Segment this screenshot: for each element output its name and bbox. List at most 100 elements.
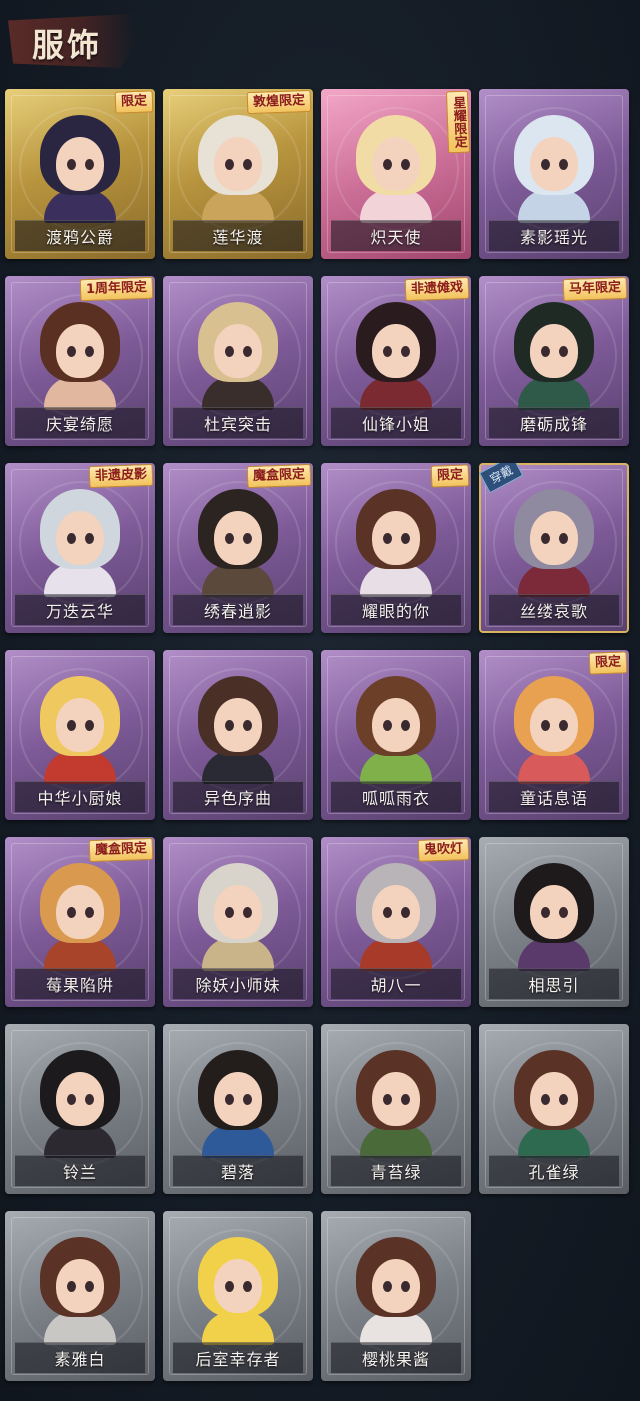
costume-name: 呱呱雨衣 [361,789,430,808]
costume-card[interactable]: 庆宴绮愿 1周年限定 [5,276,155,446]
limited-badge: 限定 [114,90,154,114]
character-portrait [506,859,602,971]
portrait-face [530,137,578,191]
portrait-face [214,137,262,191]
costume-card[interactable]: 青苔绿 [321,1024,471,1194]
costume-card[interactable]: 耀眼的你 限定 [321,463,471,633]
character-portrait [32,298,128,410]
portrait-eye [541,720,550,731]
costume-card[interactable]: 后室幸存者 [163,1211,313,1381]
portrait-face [372,137,420,191]
name-plate: 碧落 [173,1155,303,1186]
costume-card[interactable]: 素影瑶光 [479,89,629,259]
portrait-eye [67,1094,76,1105]
portrait-eye [67,533,76,544]
costume-name: 绣春逍影 [203,602,272,621]
costume-card[interactable]: 莓果陷阱 魔盒限定 [5,837,155,1007]
limited-badge: 魔盒限定 [246,463,312,489]
portrait-eye [401,1094,410,1105]
limited-badge: 星耀限定 [445,90,471,154]
portrait-eye [85,346,94,357]
name-plate: 呱呱雨衣 [331,781,461,812]
portrait-eye [243,533,252,544]
costume-card[interactable]: 中华小厨娘 [5,650,155,820]
portrait-eye [243,907,252,918]
portrait-eye [225,1094,234,1105]
costume-card[interactable]: 杜宾突击 [163,276,313,446]
costume-name: 除妖小师妹 [195,976,281,995]
page-title: 服饰 [32,26,103,64]
costume-card[interactable]: 童话息语 限定 [479,650,629,820]
portrait-eye [243,1094,252,1105]
limited-badge: 限定 [430,464,470,488]
costume-card[interactable]: 铃兰 [5,1024,155,1194]
name-plate: 中华小厨娘 [15,781,145,812]
portrait-eye [541,346,550,357]
portrait-eye [401,1281,410,1292]
portrait-eye [225,1281,234,1292]
costume-card[interactable]: 万迭云华 非遗皮影 [5,463,155,633]
costume-card[interactable]: 樱桃果酱 [321,1211,471,1381]
character-portrait [190,298,286,410]
portrait-face [56,1259,104,1313]
costume-card[interactable]: 莲华渡 敦煌限定 [163,89,313,259]
name-plate: 素雅白 [15,1342,145,1373]
costume-card[interactable]: 碧落 [163,1024,313,1194]
costume-card[interactable]: 异色序曲 [163,650,313,820]
costume-card[interactable]: 相思引 [479,837,629,1007]
costume-name: 仙锋小姐 [361,415,430,434]
name-plate: 除妖小师妹 [173,968,303,999]
character-portrait [32,1046,128,1158]
character-portrait [506,111,602,223]
costume-name: 相思引 [528,976,580,995]
costume-name: 炽天使 [370,228,422,247]
costume-card[interactable]: 胡八一 鬼吹灯 [321,837,471,1007]
character-portrait [32,859,128,971]
costume-name: 胡八一 [370,976,422,995]
costume-name: 铃兰 [62,1163,97,1182]
character-portrait [348,1233,444,1345]
portrait-eye [401,159,410,170]
portrait-eye [243,1281,252,1292]
character-portrait [506,1046,602,1158]
portrait-eye [401,907,410,918]
name-plate: 庆宴绮愿 [15,407,145,438]
costume-card[interactable]: 丝缕哀歌 穿戴 [479,463,629,633]
costume-card[interactable]: 磨砺成锋 马年限定 [479,276,629,446]
portrait-eye [85,533,94,544]
portrait-eye [67,159,76,170]
portrait-face [372,324,420,378]
costume-name: 童话息语 [519,789,588,808]
name-plate: 丝缕哀歌 [489,594,619,625]
costume-card[interactable]: 素雅白 [5,1211,155,1381]
costume-card[interactable]: 孔雀绿 [479,1024,629,1194]
character-portrait [348,672,444,784]
costume-name: 万迭云华 [45,602,114,621]
costume-card[interactable]: 仙锋小姐 非遗傩戏 [321,276,471,446]
portrait-eye [383,907,392,918]
name-plate: 炽天使 [331,220,461,251]
portrait-face [530,511,578,565]
costume-card[interactable]: 呱呱雨衣 [321,650,471,820]
portrait-face [214,1072,262,1126]
portrait-eye [541,907,550,918]
costume-card[interactable]: 绣春逍影 魔盒限定 [163,463,313,633]
costume-name: 渡鸦公爵 [45,228,114,247]
name-plate: 素影瑶光 [489,220,619,251]
portrait-face [372,511,420,565]
character-portrait [32,111,128,223]
costume-name: 丝缕哀歌 [519,602,588,621]
costume-name: 素影瑶光 [519,228,588,247]
portrait-eye [243,720,252,731]
name-plate: 铃兰 [15,1155,145,1186]
portrait-eye [559,159,568,170]
costume-card[interactable]: 炽天使 星耀限定 [321,89,471,259]
name-plate: 相思引 [489,968,619,999]
portrait-face [56,698,104,752]
name-plate: 莲华渡 [173,220,303,251]
costume-card[interactable]: 渡鸦公爵 限定 [5,89,155,259]
costume-name: 庆宴绮愿 [45,415,114,434]
portrait-eye [383,346,392,357]
portrait-eye [383,1281,392,1292]
costume-card[interactable]: 除妖小师妹 [163,837,313,1007]
